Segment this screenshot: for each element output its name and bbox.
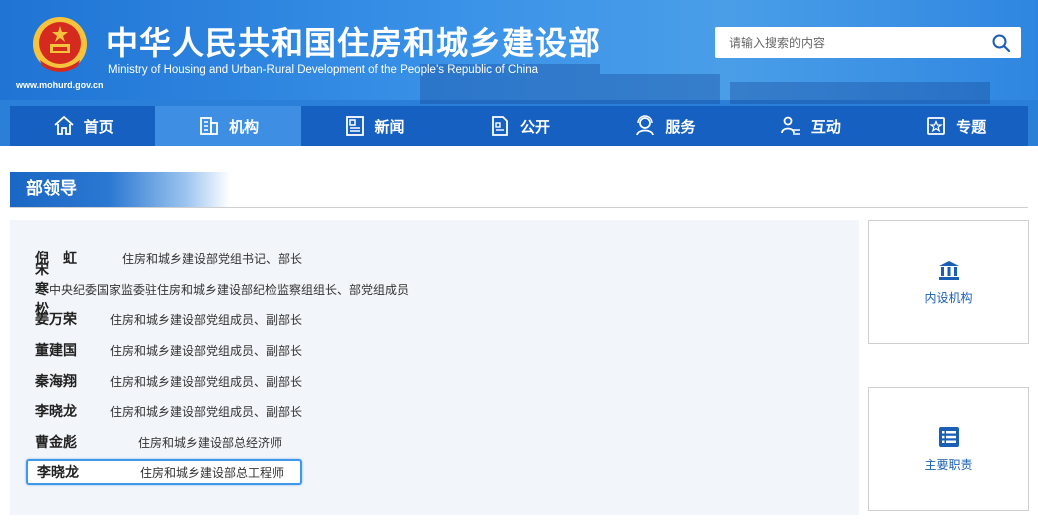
list-icon — [938, 426, 959, 447]
leader-name[interactable]: 董建国 — [26, 340, 110, 360]
nav-label: 首页 — [83, 117, 114, 136]
home-icon — [54, 115, 74, 135]
side-box-label: 主要职责 — [924, 457, 973, 472]
leader-row[interactable]: 秦海翔 住房和城乡建设部党组成员、副部长 — [26, 368, 302, 394]
leader-list: 倪 虹 住房和城乡建设部党组书记、部长 宋寒松 中央纪委国家监委驻住房和城乡建设… — [10, 220, 859, 515]
leader-name[interactable]: 李晓龙 — [26, 401, 110, 421]
leader-title[interactable]: 住房和城乡建设部党组成员、副部长 — [110, 403, 302, 420]
site-subtitle: Ministry of Housing and Urban-Rural Deve… — [108, 64, 538, 76]
building-icon — [200, 117, 219, 135]
national-emblem-icon[interactable] — [30, 14, 90, 76]
leader-title[interactable]: 住房和城乡建设部党组书记、部长 — [122, 250, 302, 267]
search-box — [715, 27, 1021, 58]
site-title[interactable]: 中华人民共和国住房和城乡建设部 — [106, 18, 601, 64]
leader-name[interactable]: 李晓龙 — [28, 462, 140, 482]
leader-name[interactable]: 姜万荣 — [26, 309, 110, 329]
site-url: www.mohurd.gov.cn — [16, 80, 104, 90]
leader-row[interactable]: 姜万荣 住房和城乡建设部党组成员、副部长 — [26, 306, 302, 332]
topic-icon — [927, 117, 946, 135]
service-icon — [636, 115, 655, 136]
nav-label: 服务 — [665, 117, 696, 136]
search-input[interactable] — [715, 27, 975, 58]
internal-institutions-link[interactable]: 内设机构 — [868, 220, 1029, 344]
nav-item-topic[interactable]: 专题 — [883, 106, 1028, 146]
nav-label: 机构 — [229, 117, 260, 136]
section-title: 部领导 — [10, 172, 230, 207]
leader-title[interactable]: 住房和城乡建设部总工程师 — [140, 464, 284, 481]
leader-title[interactable]: 住房和城乡建设部党组成员、副部长 — [110, 311, 302, 328]
nav-label: 新闻 — [374, 117, 405, 136]
search-icon[interactable] — [991, 33, 1011, 53]
leader-name[interactable]: 曹金彪 — [26, 432, 138, 452]
leader-row[interactable]: 董建国 住房和城乡建设部党组成员、副部长 — [26, 337, 302, 363]
leader-title[interactable]: 住房和城乡建设部党组成员、副部长 — [110, 373, 302, 390]
banner-building-silhouette — [730, 82, 990, 104]
banner-building-silhouette — [600, 74, 720, 104]
leader-row[interactable]: 曹金彪 住房和城乡建设部总经济师 — [26, 429, 302, 455]
leader-row[interactable]: 倪 虹 住房和城乡建设部党组书记、部长 — [26, 245, 302, 271]
institution-icon — [938, 260, 959, 280]
nav-item-news[interactable]: 新闻 — [301, 106, 446, 146]
nav-label: 互动 — [810, 117, 841, 136]
document-icon — [492, 116, 508, 136]
leader-name[interactable]: 秦海翔 — [26, 371, 110, 391]
main-nav: 首页 机构 新闻 公开 服务 互动 专题 — [10, 106, 1028, 146]
leader-title[interactable]: 中央纪委国家监委驻住房和城乡建设部纪检监察组组长、部党组成员 — [49, 281, 409, 298]
news-icon — [345, 116, 364, 136]
leader-row[interactable]: 宋寒松 中央纪委国家监委驻住房和城乡建设部纪检监察组组长、部党组成员 — [26, 262, 409, 318]
nav-item-public[interactable]: 公开 — [446, 106, 591, 146]
leader-title[interactable]: 住房和城乡建设部党组成员、副部长 — [110, 342, 302, 359]
main-duties-link[interactable]: 主要职责 — [868, 387, 1029, 511]
section-header: 部领导 — [10, 172, 1028, 208]
nav-item-service[interactable]: 服务 — [592, 106, 737, 146]
nav-label: 专题 — [956, 117, 987, 136]
nav-item-institution[interactable]: 机构 — [155, 106, 301, 146]
side-box-label: 内设机构 — [924, 290, 973, 305]
nav-item-interact[interactable]: 互动 — [737, 106, 882, 146]
leader-row-focused[interactable]: 李晓龙 住房和城乡建设部总工程师 — [26, 459, 302, 485]
nav-label: 公开 — [519, 117, 550, 136]
nav-item-home[interactable]: 首页 — [10, 106, 155, 146]
interact-icon — [780, 116, 800, 135]
leader-row[interactable]: 李晓龙 住房和城乡建设部党组成员、副部长 — [26, 398, 302, 424]
leader-title[interactable]: 住房和城乡建设部总经济师 — [138, 434, 282, 451]
